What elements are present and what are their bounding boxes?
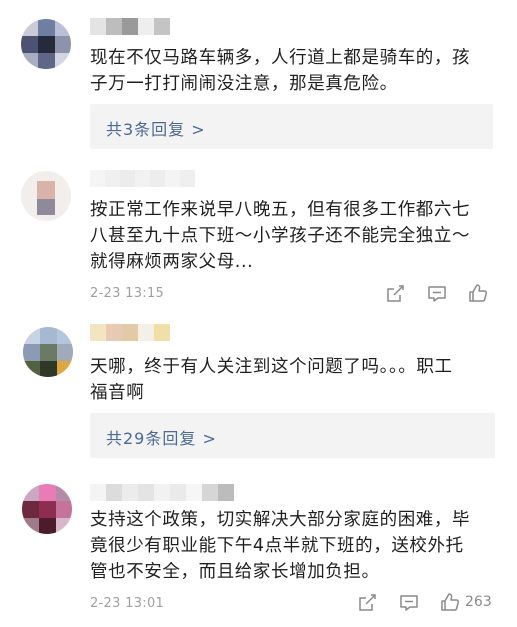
comment-text: 现在不仅马路车辆多，人行道上都是骑车的，孩 子万一打打闹闹没注意，那是真危险。 [90, 48, 471, 94]
share-icon [359, 594, 376, 611]
comment-timestamp: 2-23 13:15 [90, 286, 165, 301]
like-button[interactable] [440, 592, 460, 612]
avatar[interactable] [23, 327, 73, 377]
username-blurred[interactable] [90, 324, 185, 341]
comment-text: 天哪，终于有人关注到这个问题了吗。。。职工 福音啊 [90, 357, 453, 403]
comment-text: 按正常工作来说早八晚五，但有很多工作都六七 八甚至九十点下班～小学孩子还不能完全… [90, 200, 471, 272]
share-button[interactable] [357, 593, 377, 613]
comment-button[interactable] [427, 284, 447, 304]
username-blurred[interactable] [90, 170, 215, 187]
username-blurred[interactable] [90, 484, 250, 501]
reply-thread-box[interactable]: 共29条回复 > [90, 413, 495, 458]
like-button[interactable] [468, 283, 488, 303]
share-icon [387, 285, 404, 302]
comment-icon [400, 595, 418, 611]
username-blurred[interactable] [90, 18, 185, 35]
comment-timestamp: 2-23 13:01 [90, 596, 165, 611]
like-count: 263 [465, 594, 492, 610]
reply-thread-box[interactable]: 共3条回复 > [90, 104, 493, 149]
thumbs-up-icon [441, 593, 460, 611]
avatar[interactable] [21, 171, 71, 221]
view-replies-link[interactable]: 共3条回复 > [106, 116, 206, 140]
comment-text: 支持这个政策，切实解决大部分家庭的困难，毕 竟很少有职业能下午4点半就下班的，送… [90, 510, 471, 582]
avatar[interactable] [22, 484, 72, 534]
view-replies-link[interactable]: 共29条回复 > [106, 425, 217, 449]
avatar[interactable] [21, 19, 71, 69]
comment-button[interactable] [399, 593, 419, 613]
thumbs-up-icon [469, 284, 488, 302]
comment-icon [428, 286, 446, 302]
share-button[interactable] [385, 284, 405, 304]
